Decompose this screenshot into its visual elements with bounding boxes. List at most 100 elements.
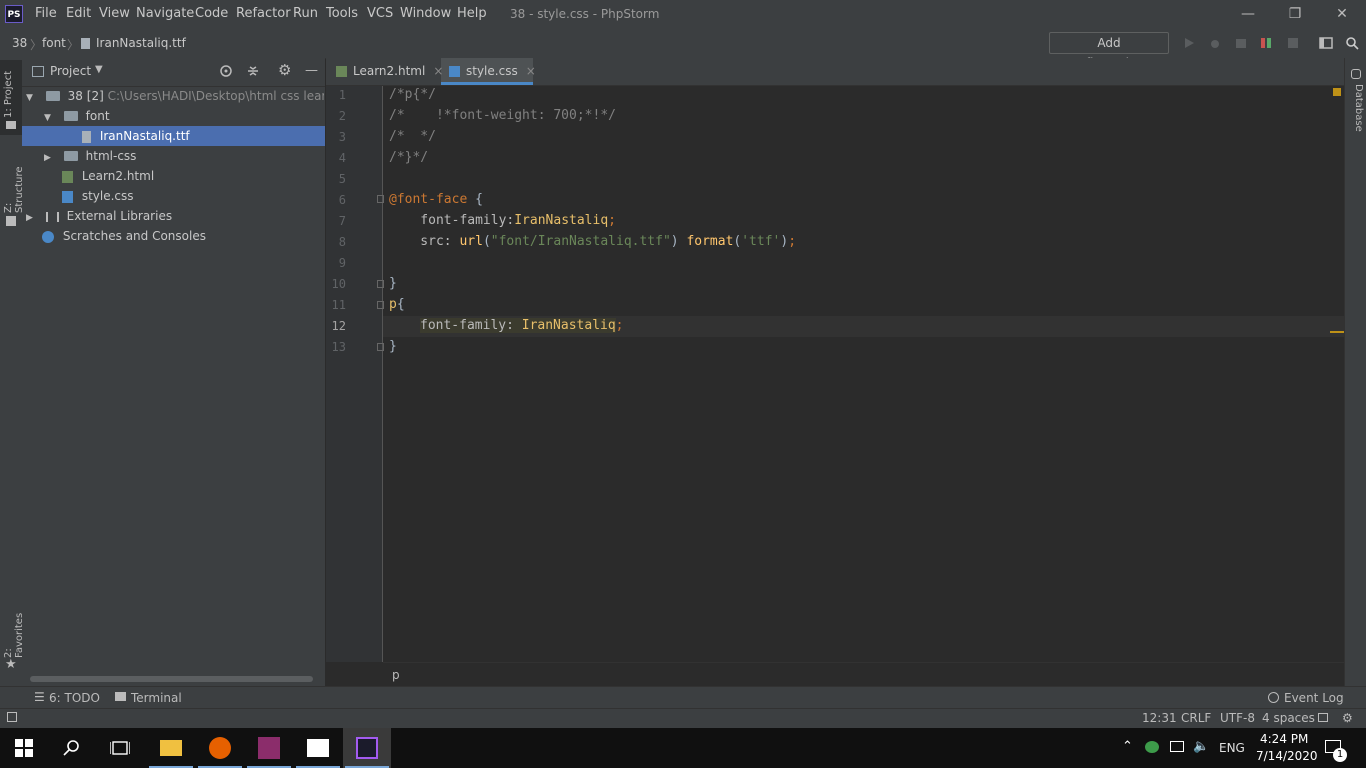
- string-token: "font/IranNastaliq.ttf": [490, 234, 671, 249]
- breadcrumb-folder[interactable]: font: [42, 36, 66, 50]
- project-view-selector[interactable]: Project: [50, 64, 91, 78]
- tool-tab-terminal[interactable]: Terminal: [131, 691, 182, 705]
- menu-edit[interactable]: Edit: [66, 6, 91, 21]
- tool-tab-project[interactable]: 1: Project: [3, 66, 19, 118]
- network-icon[interactable]: [1170, 741, 1184, 752]
- function-token: url: [459, 234, 483, 249]
- coverage-icon[interactable]: [1234, 36, 1248, 50]
- toggle-tool-windows-icon[interactable]: [7, 712, 17, 722]
- expanded-arrow-icon: ▼: [44, 113, 51, 123]
- fold-marker-icon[interactable]: [377, 343, 384, 351]
- editor-breadcrumb[interactable]: p: [392, 668, 400, 682]
- fold-marker-icon[interactable]: [377, 195, 384, 203]
- taskbar-media-player[interactable]: [294, 728, 342, 768]
- windows-start-icon[interactable]: [15, 739, 33, 757]
- bottom-tool-bar: [0, 686, 1366, 709]
- show-hidden-icons-icon[interactable]: ⌃: [1122, 739, 1133, 754]
- code-line-12[interactable]: font-family: IranNastaliq;: [420, 318, 624, 333]
- collapse-all-icon[interactable]: [246, 64, 260, 78]
- tree-item-root[interactable]: ▼ 38 [2] C:\Users\HADI\Desktop\html css …: [26, 86, 324, 106]
- tree-item-scratches[interactable]: Scratches and Consoles: [42, 226, 206, 246]
- run-icon[interactable]: [1182, 36, 1196, 50]
- horizontal-scrollbar[interactable]: [30, 676, 313, 682]
- locate-icon[interactable]: [219, 64, 233, 78]
- fold-marker-icon[interactable]: [377, 301, 384, 309]
- task-view-icon[interactable]: [110, 739, 130, 757]
- search-icon[interactable]: [1345, 36, 1359, 50]
- menu-help[interactable]: Help: [457, 6, 487, 21]
- breadcrumb-project[interactable]: 38: [12, 36, 27, 50]
- code-line-1[interactable]: /*p{*/: [389, 87, 436, 102]
- code-line-4[interactable]: /*}*/: [389, 150, 428, 165]
- debug-icon[interactable]: [1208, 36, 1222, 50]
- tool-tab-todo[interactable]: 6: TODO: [49, 691, 100, 705]
- tool-tab-event-log[interactable]: Event Log: [1284, 691, 1344, 705]
- tree-item-learn2-html[interactable]: Learn2.html: [62, 166, 154, 186]
- menu-vcs[interactable]: VCS: [367, 6, 393, 21]
- taskbar-winrar[interactable]: [245, 728, 293, 768]
- code-line-6[interactable]: @font-face {: [389, 192, 483, 207]
- chevron-down-icon[interactable]: ▼: [95, 64, 103, 75]
- tree-item-font-file[interactable]: IranNastaliq.ttf: [82, 126, 190, 146]
- font-file-icon: [82, 130, 91, 143]
- tree-item-external-libraries[interactable]: ▶ External Libraries: [26, 206, 172, 226]
- restore-button[interactable]: ❐: [1285, 4, 1305, 24]
- line-separator[interactable]: CRLF: [1181, 711, 1211, 725]
- tree-item-html-css-folder[interactable]: ▶ html-css: [44, 146, 136, 166]
- inspection-warning-icon[interactable]: [1333, 88, 1341, 96]
- menu-run[interactable]: Run: [293, 6, 318, 21]
- file-encoding[interactable]: UTF-8: [1220, 711, 1255, 725]
- star-icon: ★: [5, 657, 17, 672]
- code-line-8[interactable]: src: url("font/IranNastaliq.ttf") format…: [389, 234, 796, 249]
- tab-style-css[interactable]: style.css ×: [449, 58, 536, 85]
- stop-icon[interactable]: [1286, 36, 1300, 50]
- menu-view[interactable]: View: [99, 6, 130, 21]
- input-language[interactable]: ENG: [1219, 741, 1245, 755]
- code-line-10[interactable]: }: [389, 276, 397, 291]
- menu-tools[interactable]: Tools: [326, 6, 358, 21]
- indent-setting[interactable]: 4 spaces: [1262, 711, 1315, 725]
- taskbar-file-explorer[interactable]: [147, 728, 195, 768]
- code-line-3[interactable]: /* */: [389, 129, 436, 144]
- tool-tab-database[interactable]: Database: [1348, 84, 1364, 132]
- tree-item-label: External Libraries: [66, 209, 173, 223]
- breadcrumb-file[interactable]: IranNastaliq.ttf: [96, 36, 186, 50]
- network-app-icon[interactable]: [1145, 741, 1159, 753]
- hide-panel-icon[interactable]: —: [305, 63, 318, 78]
- volume-icon[interactable]: 🔈: [1193, 739, 1209, 754]
- tool-tab-structure[interactable]: Z: Structure: [3, 155, 25, 213]
- menu-code[interactable]: Code: [195, 6, 228, 21]
- warning-stripe-marker[interactable]: [1330, 331, 1344, 333]
- taskbar-firefox[interactable]: [196, 728, 244, 768]
- close-button[interactable]: ✕: [1332, 4, 1352, 24]
- add-configuration-button[interactable]: Add Configuration...: [1049, 32, 1169, 70]
- line-number: 2: [338, 109, 346, 123]
- project-structure-icon[interactable]: [1319, 36, 1333, 50]
- gear-icon[interactable]: ⚙: [278, 61, 291, 79]
- taskbar-phpstorm[interactable]: [343, 728, 391, 768]
- semicolon-token: ;: [615, 318, 624, 333]
- lock-icon[interactable]: [1318, 713, 1328, 722]
- code-line-7[interactable]: font-family:IranNastaliq;: [389, 213, 616, 228]
- code-line-11[interactable]: p{: [389, 297, 405, 312]
- caret-position[interactable]: 12:31: [1142, 711, 1177, 725]
- inspector-icon[interactable]: ⚙: [1342, 711, 1353, 725]
- code-line-2[interactable]: /* !*font-weight: 700;*!*/: [389, 108, 616, 123]
- close-tab-icon[interactable]: ×: [526, 64, 536, 78]
- close-tab-icon[interactable]: ×: [433, 64, 443, 78]
- menu-refactor[interactable]: Refactor: [236, 6, 291, 21]
- code-line-13[interactable]: }: [389, 339, 397, 354]
- tab-learn2-html[interactable]: Learn2.html ×: [336, 58, 443, 85]
- menu-window[interactable]: Window: [400, 6, 451, 21]
- tool-tab-favorites[interactable]: 2: Favorites: [3, 600, 25, 658]
- menu-navigate[interactable]: Navigate: [136, 6, 194, 21]
- clock-date[interactable]: 7/14/2020: [1256, 749, 1318, 763]
- clock-time[interactable]: 4:24 PM: [1260, 732, 1308, 746]
- tree-item-style-css[interactable]: style.css: [62, 186, 134, 206]
- fold-marker-icon[interactable]: [377, 280, 384, 288]
- minimize-button[interactable]: —: [1238, 4, 1258, 24]
- tree-item-font-folder[interactable]: ▼ font: [44, 106, 110, 126]
- search-icon[interactable]: [63, 739, 81, 757]
- menu-file[interactable]: File: [35, 6, 57, 21]
- profiler-icon[interactable]: [1259, 36, 1273, 50]
